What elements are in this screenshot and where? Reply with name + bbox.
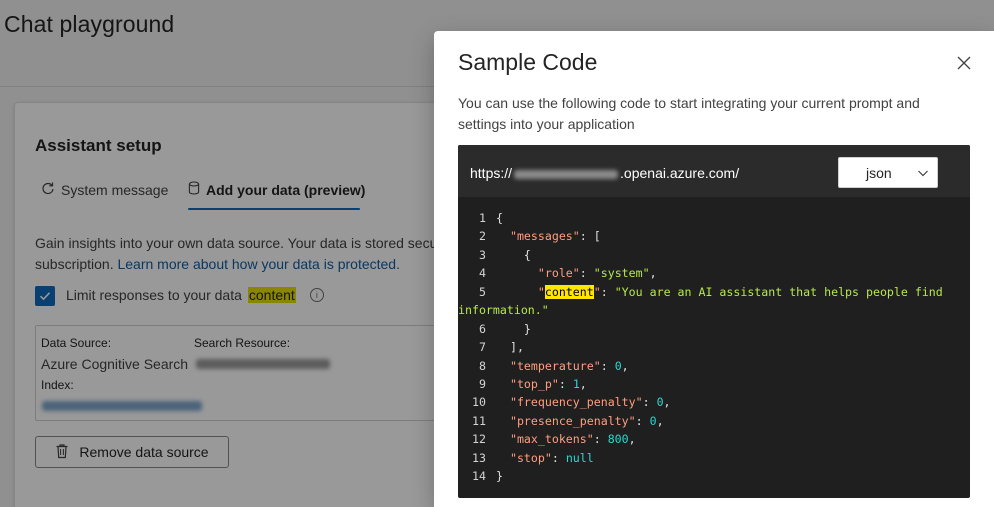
code-number: 0 xyxy=(614,358,622,373)
code-punctuation: { xyxy=(496,211,503,225)
code-punctuation: : [ xyxy=(579,229,601,244)
endpoint-redacted xyxy=(514,169,619,179)
highlighted-key: content xyxy=(544,284,594,299)
code-line: 8 "temperature": 0, xyxy=(458,357,970,375)
code-line: 3 { xyxy=(458,246,970,264)
code-punctuation: , xyxy=(656,413,664,428)
code-line: 1{ xyxy=(458,209,970,227)
code-line: 7 ], xyxy=(458,338,970,356)
code-line: 11 "presence_penalty": 0, xyxy=(458,412,970,430)
code-line: 14} xyxy=(458,467,970,485)
code-punctuation: , xyxy=(663,395,671,410)
code-punctuation: , xyxy=(628,432,636,447)
sample-code-dialog: Sample Code You can use the following co… xyxy=(434,31,994,507)
line-number: 3 xyxy=(479,247,486,262)
code-punctuation: : xyxy=(551,450,566,465)
line-number: 6 xyxy=(479,321,486,336)
code-line: 4 "role": "system", xyxy=(458,264,970,282)
endpoint-url: https:// .openai.azure.com/ xyxy=(470,165,739,181)
code-line: 13 "stop": null xyxy=(458,449,970,467)
line-number: 11 xyxy=(472,413,486,428)
code-number: null xyxy=(565,450,594,465)
code-key: "messages" xyxy=(509,229,580,244)
endpoint-prefix: https:// xyxy=(470,165,513,181)
code-number: 0 xyxy=(656,395,664,410)
code-line: 10 "frequency_penalty": 0, xyxy=(458,393,970,411)
endpoint-suffix: .openai.azure.com/ xyxy=(620,165,740,181)
dialog-description: You can use the following code to start … xyxy=(458,95,920,132)
code-number: 0 xyxy=(649,413,657,428)
line-number: 4 xyxy=(479,266,486,281)
line-number: 8 xyxy=(479,358,486,373)
close-icon xyxy=(957,56,971,70)
code-key: " xyxy=(537,284,545,299)
code-panel: https:// .openai.azure.com/ json 1{2 "me… xyxy=(458,145,970,498)
code-punctuation: , xyxy=(621,358,629,373)
line-number: 5 xyxy=(479,284,486,299)
code-punctuation: : xyxy=(579,266,594,281)
language-select[interactable]: json xyxy=(838,157,938,188)
code-key: "max_tokens" xyxy=(509,432,594,447)
code-punctuation: : xyxy=(635,413,650,428)
code-key: "top_p" xyxy=(509,376,559,391)
dialog-title: Sample Code xyxy=(458,49,598,75)
code-punctuation: } xyxy=(496,469,503,484)
code-key: "presence_penalty" xyxy=(509,413,636,428)
code-string: "system" xyxy=(593,266,650,281)
code-line: 6 } xyxy=(458,320,970,338)
code-key: "temperature" xyxy=(509,358,601,373)
code-punctuation: : xyxy=(558,376,573,391)
line-number: 2 xyxy=(479,229,486,244)
line-number: 14 xyxy=(472,469,486,484)
code-line: 12 "max_tokens": 800, xyxy=(458,430,970,448)
line-number: 10 xyxy=(472,395,486,410)
close-button[interactable] xyxy=(954,53,974,73)
code-punctuation: { xyxy=(496,247,531,262)
code-header: https:// .openai.azure.com/ json xyxy=(458,145,970,197)
line-number: 13 xyxy=(472,450,486,465)
code-number: 1 xyxy=(572,376,580,391)
code-punctuation: ], xyxy=(496,340,524,355)
code-punctuation: , xyxy=(579,376,587,391)
code-string: "You are an AI assistant that helps peop… xyxy=(614,284,943,299)
code-line: 9 "top_p": 1, xyxy=(458,375,970,393)
chevron-down-icon xyxy=(918,170,928,177)
code-punctuation: : xyxy=(642,395,657,410)
line-number: 9 xyxy=(479,376,486,391)
code-number: 800 xyxy=(607,432,629,447)
language-value: json xyxy=(866,165,892,181)
code-string: information." xyxy=(458,303,549,318)
line-number: 1 xyxy=(479,211,486,225)
code-line: 2 "messages": [ xyxy=(458,227,970,245)
code-line: 5 "content": "You are an AI assistant th… xyxy=(458,283,970,301)
code-punctuation: : xyxy=(600,358,615,373)
code-punctuation: } xyxy=(496,321,531,336)
line-number: 12 xyxy=(472,432,486,447)
code-punctuation: : xyxy=(600,284,615,299)
code-block[interactable]: 1{2 "messages": [3 {4 "role": "system", 5… xyxy=(458,209,970,486)
code-line: information." xyxy=(458,301,970,319)
code-key: " xyxy=(593,284,601,299)
code-key: "role" xyxy=(537,266,580,281)
code-punctuation: , xyxy=(649,266,657,281)
code-key: "stop" xyxy=(509,450,552,465)
code-key: "frequency_penalty" xyxy=(509,395,643,410)
line-number: 7 xyxy=(479,340,486,355)
code-punctuation: : xyxy=(593,432,608,447)
